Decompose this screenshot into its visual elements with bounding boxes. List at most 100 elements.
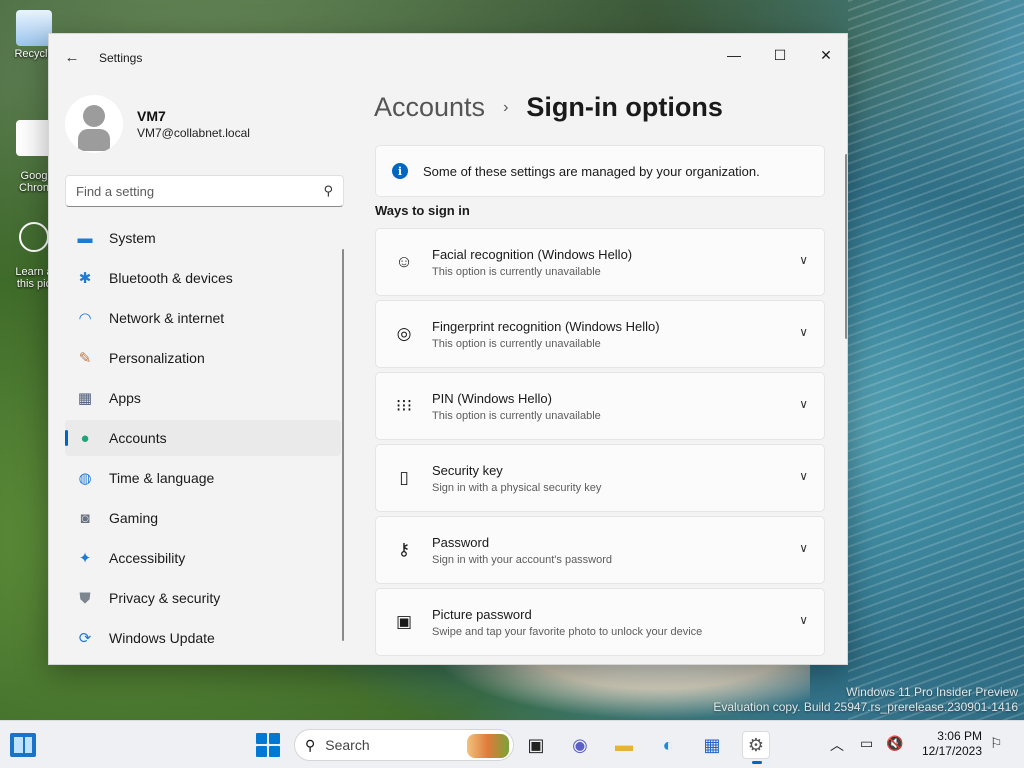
chevron-down-icon[interactable]: ∨ <box>799 541 808 555</box>
main-scrollbar[interactable] <box>845 154 847 339</box>
option-title: PIN (Windows Hello) <box>432 390 552 406</box>
update-icon: ⟳ <box>78 630 92 647</box>
search-input[interactable]: Find a setting <box>76 184 323 199</box>
widgets-button[interactable] <box>10 733 36 757</box>
chat-icon: ◉ <box>572 734 588 755</box>
search-icon: ⚲ <box>323 183 333 198</box>
sign-in-option-picture[interactable]: ▣ Picture password Swipe and tap your favo… <box>375 588 825 656</box>
sidebar-scrollbar[interactable] <box>342 249 344 641</box>
store-icon: ▦ <box>703 734 721 755</box>
option-title: Picture password <box>432 606 532 622</box>
folder-icon: ▬ <box>615 734 633 755</box>
sidebar-item-label: Network & internet <box>109 310 225 326</box>
store-button[interactable]: ▦ <box>698 731 726 759</box>
clock[interactable]: 3:06 PM 12/17/2023 <box>918 729 982 759</box>
notifications-button[interactable]: ⚐ <box>990 735 1003 752</box>
avatar[interactable] <box>65 95 123 153</box>
sidebar-item-label: Time & language <box>109 470 215 486</box>
org-managed-banner: i Some of these settings are managed by … <box>375 145 825 197</box>
gamepad-icon: ◙ <box>80 509 90 527</box>
profile-email: VM7@collabnet.local <box>137 126 250 140</box>
chevron-down-icon[interactable]: ∨ <box>799 613 808 627</box>
sidebar-item-system[interactable]: ▬ System <box>65 220 341 256</box>
sidebar-item-apps[interactable]: ▦ Apps <box>65 380 341 416</box>
sign-in-option-security-key[interactable]: ▯ Security key Sign in with a physical sec… <box>375 444 825 512</box>
learn-about-picture-icon <box>19 222 49 252</box>
chevron-down-icon[interactable]: ∨ <box>799 469 808 483</box>
find-setting-search[interactable]: Find a setting ⚲ <box>65 175 344 207</box>
task-view-icon: ▣ <box>527 734 545 755</box>
face-icon: ☺ <box>395 252 413 271</box>
sign-in-option-pin[interactable]: ⁝⁝⁝ PIN (Windows Hello) This option is cur… <box>375 372 825 440</box>
minimize-button[interactable]: — <box>711 40 757 70</box>
window-title: Settings <box>99 51 143 65</box>
wallpaper-sea <box>848 0 1024 720</box>
taskbar-search[interactable]: ⚲ Search <box>294 729 514 761</box>
brush-icon: ✎ <box>78 350 92 367</box>
sidebar-item-time-language[interactable]: ◍ Time & language <box>65 460 341 496</box>
clock-time: 3:06 PM <box>937 729 982 743</box>
sign-in-option-face[interactable]: ☺ Facial recognition (Windows Hello) This … <box>375 228 825 296</box>
edge-button[interactable]: ◐ <box>654 731 682 759</box>
file-explorer-button[interactable]: ▬ <box>610 731 638 759</box>
chrome-shortcut-icon <box>16 120 52 156</box>
sidebar-item-label: Personalization <box>109 350 205 366</box>
teams-chat-button[interactable]: ◉ <box>566 731 594 759</box>
maximize-button[interactable]: ☐ <box>757 40 803 70</box>
sidebar-item-gaming[interactable]: ◙ Gaming <box>65 500 341 536</box>
sidebar-item-privacy-security[interactable]: ⛊ Privacy & security <box>65 580 341 616</box>
option-subtitle: Sign in with a physical security key <box>432 481 602 494</box>
user-profile[interactable]: VM7 VM7@collabnet.local <box>65 94 250 154</box>
sign-in-option-fingerprint[interactable]: ◎ Fingerprint recognition (Windows Hello)… <box>375 300 825 368</box>
sidebar-item-accessibility[interactable]: ✦ Accessibility <box>65 540 341 576</box>
info-icon: i <box>392 163 408 179</box>
back-button[interactable]: ← <box>61 46 83 68</box>
search-icon: ⚲ <box>305 736 316 753</box>
sidebar-item-accounts[interactable]: ● Accounts <box>65 420 341 456</box>
profile-name: VM7 <box>137 108 166 124</box>
sidebar-item-network-internet[interactable]: ◠ Network & internet <box>65 300 341 336</box>
task-view-button[interactable]: ▣ <box>522 731 550 759</box>
start-button[interactable] <box>256 733 280 757</box>
sign-in-option-key[interactable]: ⚷ Password Sign in with your account's pas… <box>375 516 825 584</box>
sidebar-item-windows-update[interactable]: ⟳ Windows Update <box>65 620 341 656</box>
show-hidden-icons-button[interactable]: ︿ <box>830 735 844 755</box>
gear-icon: ⚙ <box>747 734 765 755</box>
settings-taskbar-button[interactable]: ⚙ <box>742 731 770 764</box>
taskbar: ⚲ Search ▣ ◉ ▬ ◐ ▦ ⚙ ︿ ▭ 🔇 3:06 PM 12/17… <box>0 720 1024 768</box>
sign-in-options-list: ☺ Facial recognition (Windows Hello) This … <box>375 228 825 660</box>
notification-icon: ⚐ <box>990 735 1003 751</box>
sidebar-item-label: Accounts <box>109 430 167 446</box>
option-subtitle: This option is currently unavailable <box>432 409 601 422</box>
globe-icon: ◍ <box>78 470 92 487</box>
title-bar[interactable]: ← Settings — ☐ ✕ <box>49 34 847 80</box>
network-icon: ▭ <box>860 735 874 751</box>
sidebar-item-label: Accessibility <box>109 550 186 566</box>
chevron-down-icon[interactable]: ∨ <box>799 325 808 339</box>
option-subtitle: This option is currently unavailable <box>432 265 601 278</box>
sidebar-item-label: Bluetooth & devices <box>109 270 233 286</box>
chevron-up-icon: ︿ <box>830 737 844 753</box>
network-tray-button[interactable]: ▭ <box>860 735 873 752</box>
fingerprint-icon: ◎ <box>396 324 412 343</box>
sidebar-item-label: Apps <box>109 390 141 406</box>
page-title: Sign-in options <box>526 92 723 122</box>
taskbar-search-label: Search <box>325 737 370 753</box>
banner-text: Some of these settings are managed by yo… <box>423 163 760 179</box>
option-title: Fingerprint recognition (Windows Hello) <box>432 318 660 334</box>
breadcrumb-accounts-link[interactable]: Accounts <box>374 92 485 123</box>
sidebar-item-personalization[interactable]: ✎ Personalization <box>65 340 341 376</box>
speaker-muted-icon: 🔇 <box>886 735 904 751</box>
security-key-icon: ▯ <box>399 468 409 487</box>
option-title: Security key <box>432 462 503 478</box>
clock-date: 12/17/2023 <box>921 744 982 758</box>
chevron-down-icon[interactable]: ∨ <box>799 253 808 267</box>
build-watermark: Windows 11 Pro Insider Preview Evaluatio… <box>713 685 1018 715</box>
option-subtitle: Sign in with your account's password <box>432 553 613 566</box>
sidebar-item-bluetooth-devices[interactable]: ✱ Bluetooth & devices <box>65 260 341 296</box>
close-button[interactable]: ✕ <box>803 40 847 70</box>
volume-tray-button[interactable]: 🔇 <box>886 735 903 752</box>
bluetooth-icon: ✱ <box>78 270 92 287</box>
sidebar-item-label: Gaming <box>109 510 159 526</box>
chevron-down-icon[interactable]: ∨ <box>799 397 808 411</box>
